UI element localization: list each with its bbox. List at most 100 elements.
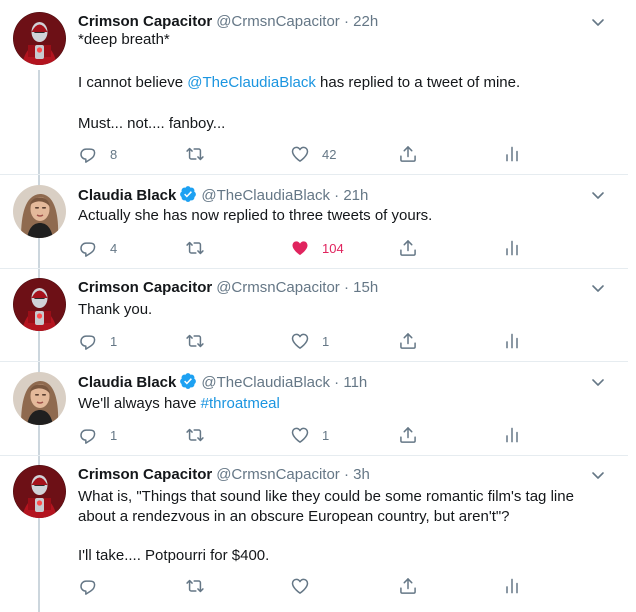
tweet[interactable]: Claudia Black @TheClaudiaBlack · 21h Actua…: [0, 185, 628, 258]
portrait-avatar[interactable]: [13, 372, 66, 425]
tweet-text-paragraph: *deep breath*: [78, 30, 608, 50]
separator-dot: ·: [343, 13, 349, 30]
timestamp[interactable]: 22h: [353, 13, 378, 30]
analytics-button[interactable]: [502, 144, 522, 164]
tweet-divider: [0, 174, 628, 175]
tweet[interactable]: Crimson Capacitor @CrmsnCapacitor · 3h Wha…: [0, 465, 628, 596]
tweet-text-paragraph: I'll take.... Potpourri for $400.: [78, 546, 608, 566]
chevron-down-icon[interactable]: [590, 465, 606, 485]
tweet[interactable]: Claudia Black @TheClaudiaBlack · 11h We'll…: [0, 372, 628, 445]
like-button[interactable]: 42: [290, 144, 336, 164]
tweet-divider: [0, 268, 628, 269]
user-handle[interactable]: @TheClaudiaBlack: [201, 374, 330, 391]
reply-icon: [78, 425, 98, 445]
retweet-button[interactable]: [185, 238, 217, 258]
tweet-text-paragraph: What is, "Things that sound like they co…: [78, 487, 608, 527]
tweet-header: Crimson Capacitor @CrmsnCapacitor · 3h: [78, 465, 370, 485]
portrait-avatar[interactable]: [13, 185, 66, 238]
heart-icon: [290, 425, 310, 445]
analytics-button[interactable]: [502, 238, 522, 258]
user-handle[interactable]: @CrmsnCapacitor: [216, 466, 340, 483]
like-count: 42: [322, 146, 337, 162]
replie-count: 4: [110, 240, 118, 256]
replie-count: 8: [110, 146, 118, 162]
like-count: 104: [322, 240, 344, 256]
reply-button[interactable]: 8: [78, 144, 117, 164]
robot-avatar[interactable]: [13, 12, 66, 65]
tweet-text: What is, "Things that sound like they co…: [78, 488, 574, 525]
display-name[interactable]: Claudia Black: [78, 187, 176, 204]
separator-dot: ·: [343, 279, 349, 296]
robot-avatar[interactable]: [13, 278, 66, 331]
reply-button[interactable]: 4: [78, 238, 117, 258]
share-icon: [398, 331, 418, 351]
tweet-actions: [78, 576, 548, 596]
share-button[interactable]: [398, 144, 418, 164]
tweet-divider: [0, 455, 628, 456]
user-handle[interactable]: @CrmsnCapacitor: [216, 279, 340, 296]
tweet-header: Claudia Black @TheClaudiaBlack · 21h: [78, 185, 368, 205]
reply-button[interactable]: [78, 576, 110, 596]
reply-button[interactable]: 1: [78, 425, 117, 445]
replie-count: 1: [110, 427, 118, 443]
timestamp[interactable]: 21h: [343, 187, 368, 204]
tweet-divider: [0, 361, 628, 362]
timestamp[interactable]: 3h: [353, 466, 370, 483]
tweet-header: Crimson Capacitor @CrmsnCapacitor · 15h: [78, 278, 378, 298]
chevron-down-icon[interactable]: [590, 185, 606, 205]
share-icon: [398, 576, 418, 596]
like-button[interactable]: 1: [290, 331, 329, 351]
share-button[interactable]: [398, 425, 418, 445]
like-button[interactable]: 104: [290, 238, 344, 258]
tweet-text: We'll always have: [78, 395, 201, 412]
retweet-icon: [185, 144, 205, 164]
share-button[interactable]: [398, 331, 418, 351]
tweet-text-paragraph: I cannot believe @TheClaudiaBlack has re…: [78, 73, 608, 93]
tweet-text: has replied to a tweet of mine.: [315, 74, 521, 91]
like-button[interactable]: [290, 576, 322, 596]
chevron-down-icon[interactable]: [590, 372, 606, 392]
timestamp[interactable]: 15h: [353, 279, 378, 296]
tweet-actions: 11: [78, 331, 548, 351]
user-handle[interactable]: @TheClaudiaBlack: [201, 187, 330, 204]
retweet-button[interactable]: [185, 576, 217, 596]
display-name[interactable]: Crimson Capacitor: [78, 279, 212, 296]
share-button[interactable]: [398, 238, 418, 258]
retweet-button[interactable]: [185, 425, 217, 445]
chevron-down-icon[interactable]: [590, 12, 606, 32]
mention-link[interactable]: @TheClaudiaBlack: [187, 74, 316, 91]
analytics-icon: [502, 425, 522, 445]
tweet-header: Claudia Black @TheClaudiaBlack · 11h: [78, 372, 367, 392]
reply-icon: [78, 238, 98, 258]
display-name[interactable]: Crimson Capacitor: [78, 13, 212, 30]
retweet-button[interactable]: [185, 331, 217, 351]
tweet-text: I cannot believe: [78, 74, 188, 91]
retweet-icon: [185, 238, 205, 258]
display-name[interactable]: Crimson Capacitor: [78, 466, 212, 483]
tweet[interactable]: Crimson Capacitor @CrmsnCapacitor · 15h Th…: [0, 278, 628, 351]
like-count: 1: [322, 427, 330, 443]
share-icon: [398, 425, 418, 445]
reply-icon: [78, 144, 98, 164]
tweet[interactable]: Crimson Capacitor @CrmsnCapacitor · 22h *d…: [0, 12, 628, 164]
retweet-icon: [185, 576, 205, 596]
share-button[interactable]: [398, 576, 418, 596]
reply-button[interactable]: 1: [78, 331, 117, 351]
analytics-button[interactable]: [502, 331, 522, 351]
hashtag-link[interactable]: #throatmeal: [201, 395, 280, 412]
display-name[interactable]: Claudia Black: [78, 374, 176, 391]
tweet-text: Thank you.: [78, 301, 153, 318]
tweet-text-paragraph: Actually she has now replied to three tw…: [78, 206, 608, 226]
tweet-text-paragraph: Thank you.: [78, 300, 608, 320]
tweet-text-paragraph: Must... not.... fanboy...: [78, 114, 608, 134]
robot-avatar[interactable]: [13, 465, 66, 518]
analytics-button[interactable]: [502, 425, 522, 445]
heart-icon: [290, 144, 310, 164]
separator-dot: ·: [343, 466, 349, 483]
like-button[interactable]: 1: [290, 425, 329, 445]
retweet-button[interactable]: [185, 144, 217, 164]
analytics-button[interactable]: [502, 576, 522, 596]
chevron-down-icon[interactable]: [590, 278, 606, 298]
user-handle[interactable]: @CrmsnCapacitor: [216, 13, 340, 30]
timestamp[interactable]: 11h: [343, 374, 367, 391]
